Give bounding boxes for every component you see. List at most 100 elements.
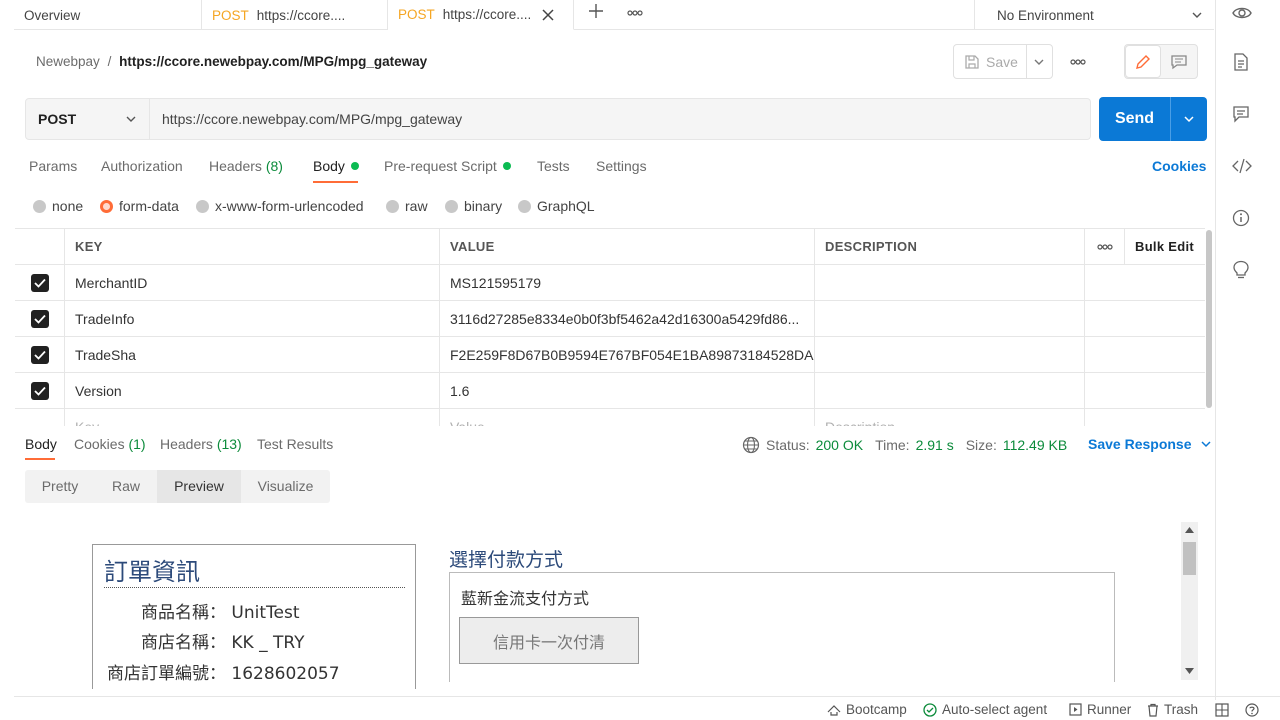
more-icon[interactable] [627,9,643,17]
code-icon[interactable] [1232,157,1252,175]
info-icon[interactable] [1232,209,1250,227]
key-cell[interactable]: TradeSha [65,337,440,372]
url-value: https://ccore.newebpay.com/MPG/mpg_gatew… [162,111,463,127]
value-placeholder[interactable]: Value [440,409,815,426]
tab-tests[interactable]: Tests [537,158,570,174]
radio-binary[interactable]: binary [445,198,502,214]
description-cell[interactable] [815,337,1085,372]
environment-label: No Environment [997,7,1094,23]
save-response-button[interactable]: Save Response [1088,436,1212,452]
checkbox[interactable] [30,273,49,292]
key-cell[interactable]: MerchantID [65,265,440,300]
value-cell[interactable]: 3116d27285e8334e0b0f3bf5462a42d16300a542… [440,301,815,336]
response-tab-cookies[interactable]: Cookies (1) [74,436,146,452]
tab-overview[interactable]: Overview [14,0,202,30]
view-preview[interactable]: Preview [157,470,241,503]
breadcrumb-current[interactable]: https://ccore.newebpay.com/MPG/mpg_gatew… [119,54,427,69]
edit-mode-button[interactable] [1125,45,1161,78]
size-value: 112.49 KB [1002,437,1068,453]
time-value: 2.91 s [915,437,954,453]
checkbox[interactable] [30,345,49,364]
scroll-up-icon[interactable] [1185,527,1194,533]
auto-select-agent-button[interactable]: Auto-select agent [923,702,1047,717]
tab-settings[interactable]: Settings [596,158,647,174]
documentation-icon[interactable] [1232,53,1250,71]
status-dot [350,162,359,170]
method-select[interactable]: POST [25,98,150,140]
breadcrumb-separator: / [107,54,112,69]
tab-body[interactable]: Body [313,158,359,174]
breadcrumb-workspace[interactable]: Newebpay [36,54,100,69]
close-icon[interactable] [541,8,555,22]
comment-mode-button[interactable] [1161,45,1197,78]
more-icon[interactable] [1070,58,1086,66]
help-icon[interactable] [1245,703,1259,717]
plus-icon[interactable] [588,3,604,19]
bootcamp-button[interactable]: Bootcamp [827,702,907,717]
table-row: TradeSha F2E259F8D67B0B9594E767BF054E1BA… [15,337,1205,373]
environment-select[interactable]: No Environment [974,0,1214,30]
comments-icon[interactable] [1232,105,1250,123]
chevron-down-icon [1191,9,1203,21]
table-row: TradeInfo 3116d27285e8334e0b0f3bf5462a42… [15,301,1205,337]
value-cell[interactable]: 1.6 [440,373,815,408]
status-dot [502,162,511,170]
trash-button[interactable]: Trash [1147,702,1198,717]
chevron-down-icon [125,113,137,125]
radio-urlencoded[interactable]: x-www-form-urlencoded [196,198,364,214]
eye-icon[interactable] [1232,5,1252,21]
bulk-edit-button[interactable]: Bulk Edit [1125,229,1205,264]
key-cell[interactable]: TradeInfo [65,301,440,336]
view-raw[interactable]: Raw [95,470,157,503]
view-visualize[interactable]: Visualize [241,470,330,503]
status-value: 200 OK [815,437,864,453]
scroll-down-icon[interactable] [1185,668,1194,674]
more-icon[interactable] [1085,229,1125,264]
view-pretty[interactable]: Pretty [25,470,95,503]
value-cell[interactable]: F2E259F8D67B0B9594E767BF054E1BA898731845… [440,337,815,372]
send-button[interactable]: Send [1099,97,1207,141]
runner-icon [1069,703,1082,716]
runner-button[interactable]: Runner [1069,702,1131,717]
tab-prerequest-script[interactable]: Pre-request Script [384,158,511,174]
response-tab-body[interactable]: Body [25,436,57,452]
chevron-down-icon[interactable] [1027,56,1052,68]
tab-headers[interactable]: Headers (8) [209,158,283,174]
mode-toggle [1124,44,1198,79]
chevron-down-icon[interactable] [1171,113,1207,125]
value-cell[interactable]: MS121595179 [440,265,815,300]
response-tab-headers[interactable]: Headers (13) [160,436,242,452]
cookies-count: (1) [128,436,146,452]
checkbox[interactable] [30,309,49,328]
tab-authorization[interactable]: Authorization [101,158,183,174]
description-cell[interactable] [815,373,1085,408]
layout-icon[interactable] [1215,703,1229,717]
key-placeholder[interactable]: Key [65,409,440,426]
lightbulb-icon[interactable] [1232,260,1250,280]
table-scrollbar[interactable] [1205,230,1213,410]
tab-request-2[interactable]: POST https://ccore.... [388,0,574,30]
save-label: Save [986,53,1018,70]
key-cell[interactable]: Version [65,373,440,408]
radio-raw[interactable]: raw [386,198,428,214]
radio-none[interactable]: none [33,198,83,214]
preview-scrollbar[interactable] [1181,522,1198,680]
view-mode-selector: Pretty Raw Preview Visualize [25,470,330,503]
credit-card-button[interactable]: 信用卡一次付清 [459,617,639,664]
table-row-new: Key Value Description [15,409,1205,426]
description-cell[interactable] [815,301,1085,336]
tab-request-1[interactable]: POST https://ccore.... [202,0,388,30]
response-tab-test-results[interactable]: Test Results [257,436,333,452]
cookies-link[interactable]: Cookies [1152,158,1206,174]
url-input[interactable]: https://ccore.newebpay.com/MPG/mpg_gatew… [150,98,1091,140]
radio-form-data[interactable]: form-data [100,198,179,214]
column-key: KEY [65,229,440,264]
description-placeholder[interactable]: Description [815,409,1085,426]
checkbox[interactable] [30,381,49,400]
radio-graphql[interactable]: GraphQL [518,198,595,214]
order-line: 商品名稱： UnitTest [141,603,300,623]
globe-icon[interactable] [742,436,760,454]
tab-params[interactable]: Params [29,158,77,174]
description-cell[interactable] [815,265,1085,300]
save-button[interactable]: Save [953,44,1053,79]
